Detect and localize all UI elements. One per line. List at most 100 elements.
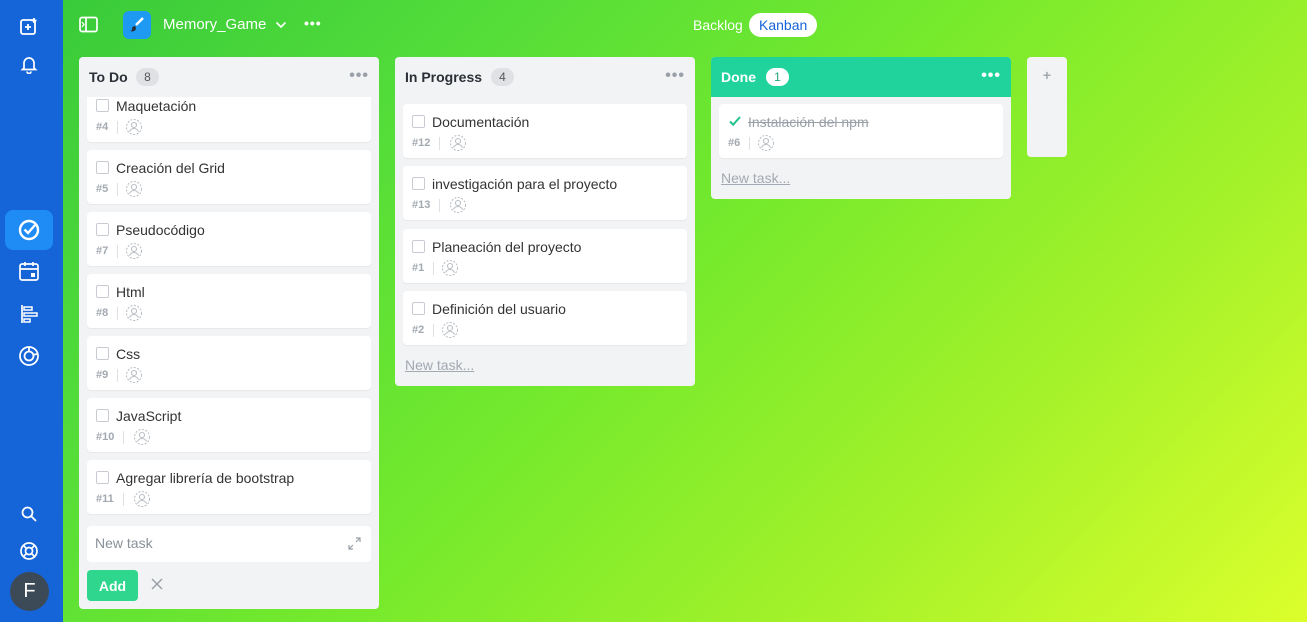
- expand-icon[interactable]: [348, 537, 361, 555]
- task-id: #7: [96, 245, 109, 257]
- dashboard-icon[interactable]: [10, 337, 48, 375]
- task-card[interactable]: JavaScript #10: [87, 398, 371, 452]
- task-card[interactable]: investigación para el proyecto #13: [403, 166, 687, 220]
- task-card[interactable]: Creación del Grid #5: [87, 150, 371, 204]
- task-card[interactable]: Agregar librería de bootstrap #11: [87, 460, 371, 514]
- new-task-input[interactable]: [95, 535, 325, 551]
- task-checkbox[interactable]: [412, 177, 425, 190]
- task-checkbox[interactable]: [96, 99, 109, 112]
- task-card[interactable]: Html #8: [87, 274, 371, 328]
- task-title: Definición del usuario: [432, 301, 566, 317]
- divider: [749, 137, 750, 150]
- new-task-link[interactable]: New task...: [405, 357, 474, 373]
- assignee-icon[interactable]: [449, 134, 467, 152]
- task-id: #1: [412, 262, 425, 274]
- new-task-link[interactable]: New task...: [721, 170, 790, 186]
- column-menu-icon[interactable]: •••: [349, 67, 369, 85]
- project-title[interactable]: Memory_Game: [163, 16, 266, 33]
- assignee-icon[interactable]: [757, 134, 775, 152]
- task-checkbox[interactable]: [96, 347, 109, 360]
- task-id: #4: [96, 121, 109, 133]
- column-count-badge: 8: [136, 68, 159, 86]
- chevron-down-icon[interactable]: [275, 17, 287, 35]
- divider: [117, 121, 118, 134]
- column-title: To Do: [89, 69, 128, 85]
- task-card[interactable]: Pseudocódigo #7: [87, 212, 371, 266]
- task-id: #12: [412, 137, 431, 149]
- task-checkbox[interactable]: [412, 240, 425, 253]
- column-title: Done: [721, 69, 756, 85]
- task-id: #6: [728, 137, 741, 149]
- assignee-icon[interactable]: [125, 304, 143, 322]
- task-title: Maquetación: [116, 98, 197, 114]
- task-checkbox[interactable]: [96, 471, 109, 484]
- task-title: Agregar librería de bootstrap: [116, 470, 295, 486]
- calendar-icon[interactable]: [10, 252, 48, 290]
- new-task-icon[interactable]: [10, 8, 48, 46]
- checkmark-icon[interactable]: [728, 114, 742, 133]
- task-id: #10: [96, 431, 115, 443]
- column-title: In Progress: [405, 69, 483, 85]
- left-sidebar: F: [0, 0, 63, 622]
- task-checkbox[interactable]: [96, 223, 109, 236]
- card-list: Maquetación #4 Creación del Grid #5 Pseu…: [79, 97, 379, 519]
- assignee-icon[interactable]: [449, 196, 467, 214]
- assignee-icon[interactable]: [133, 490, 151, 508]
- top-bar: Memory_Game ••• Backlog Kanban: [63, 0, 1307, 50]
- task-title: Css: [116, 346, 141, 362]
- task-id: #2: [412, 324, 425, 336]
- assignee-icon[interactable]: [125, 118, 143, 136]
- column-done: Done 1 ••• Instalación del npm #6 New ta…: [711, 57, 1011, 199]
- column-menu-icon[interactable]: •••: [981, 67, 1001, 85]
- task-checkbox[interactable]: [96, 161, 109, 174]
- task-checkbox[interactable]: [96, 409, 109, 422]
- column-count-badge: 1: [766, 68, 789, 86]
- task-title: Creación del Grid: [116, 160, 225, 176]
- bell-icon[interactable]: [10, 45, 48, 83]
- task-card[interactable]: Planeación del proyecto #1: [403, 229, 687, 283]
- panel-toggle-icon[interactable]: [79, 16, 98, 38]
- column-header: To Do 8 •••: [79, 57, 379, 97]
- assignee-icon[interactable]: [125, 366, 143, 384]
- project-more-icon[interactable]: •••: [304, 15, 322, 31]
- divider: [117, 183, 118, 196]
- divider: [123, 493, 124, 506]
- add-column-button[interactable]: +: [1027, 57, 1067, 157]
- avatar[interactable]: F: [10, 572, 49, 611]
- column-count-badge: 4: [491, 68, 514, 86]
- divider: [433, 324, 434, 337]
- tab-backlog[interactable]: Backlog: [683, 13, 753, 37]
- task-id: #5: [96, 183, 109, 195]
- assignee-icon[interactable]: [125, 242, 143, 260]
- task-title: Documentación: [432, 114, 530, 130]
- task-checkbox[interactable]: [412, 302, 425, 315]
- task-title: Instalación del npm: [748, 114, 869, 130]
- task-checkbox[interactable]: [412, 115, 425, 128]
- divider: [117, 307, 118, 320]
- task-id: #11: [96, 493, 114, 505]
- task-card[interactable]: Definición del usuario #2: [403, 291, 687, 345]
- task-card[interactable]: Documentación #12: [403, 104, 687, 158]
- close-icon[interactable]: [150, 577, 164, 596]
- assignee-icon[interactable]: [125, 180, 143, 198]
- column-menu-icon[interactable]: •••: [665, 67, 685, 85]
- help-icon[interactable]: [10, 532, 48, 570]
- assignee-icon[interactable]: [133, 428, 151, 446]
- new-task-box: [87, 526, 371, 562]
- assignee-icon[interactable]: [441, 259, 459, 277]
- timeline-icon[interactable]: [10, 295, 48, 333]
- tasks-icon[interactable]: [5, 210, 53, 250]
- assignee-icon[interactable]: [441, 321, 459, 339]
- add-button[interactable]: Add: [87, 570, 138, 601]
- search-icon[interactable]: [10, 495, 48, 533]
- task-checkbox[interactable]: [96, 285, 109, 298]
- task-title: Planeación del proyecto: [432, 239, 582, 255]
- task-title: Pseudocódigo: [116, 222, 205, 238]
- task-card[interactable]: Css #9: [87, 336, 371, 390]
- tab-kanban[interactable]: Kanban: [749, 13, 818, 37]
- task-card[interactable]: Instalación del npm #6: [719, 104, 1003, 158]
- column-to-do: To Do 8 ••• Maquetación #4 Creación del …: [79, 57, 379, 609]
- task-card[interactable]: Maquetación #4: [87, 97, 371, 142]
- task-id: #13: [412, 199, 431, 211]
- project-brush-icon[interactable]: [123, 11, 151, 39]
